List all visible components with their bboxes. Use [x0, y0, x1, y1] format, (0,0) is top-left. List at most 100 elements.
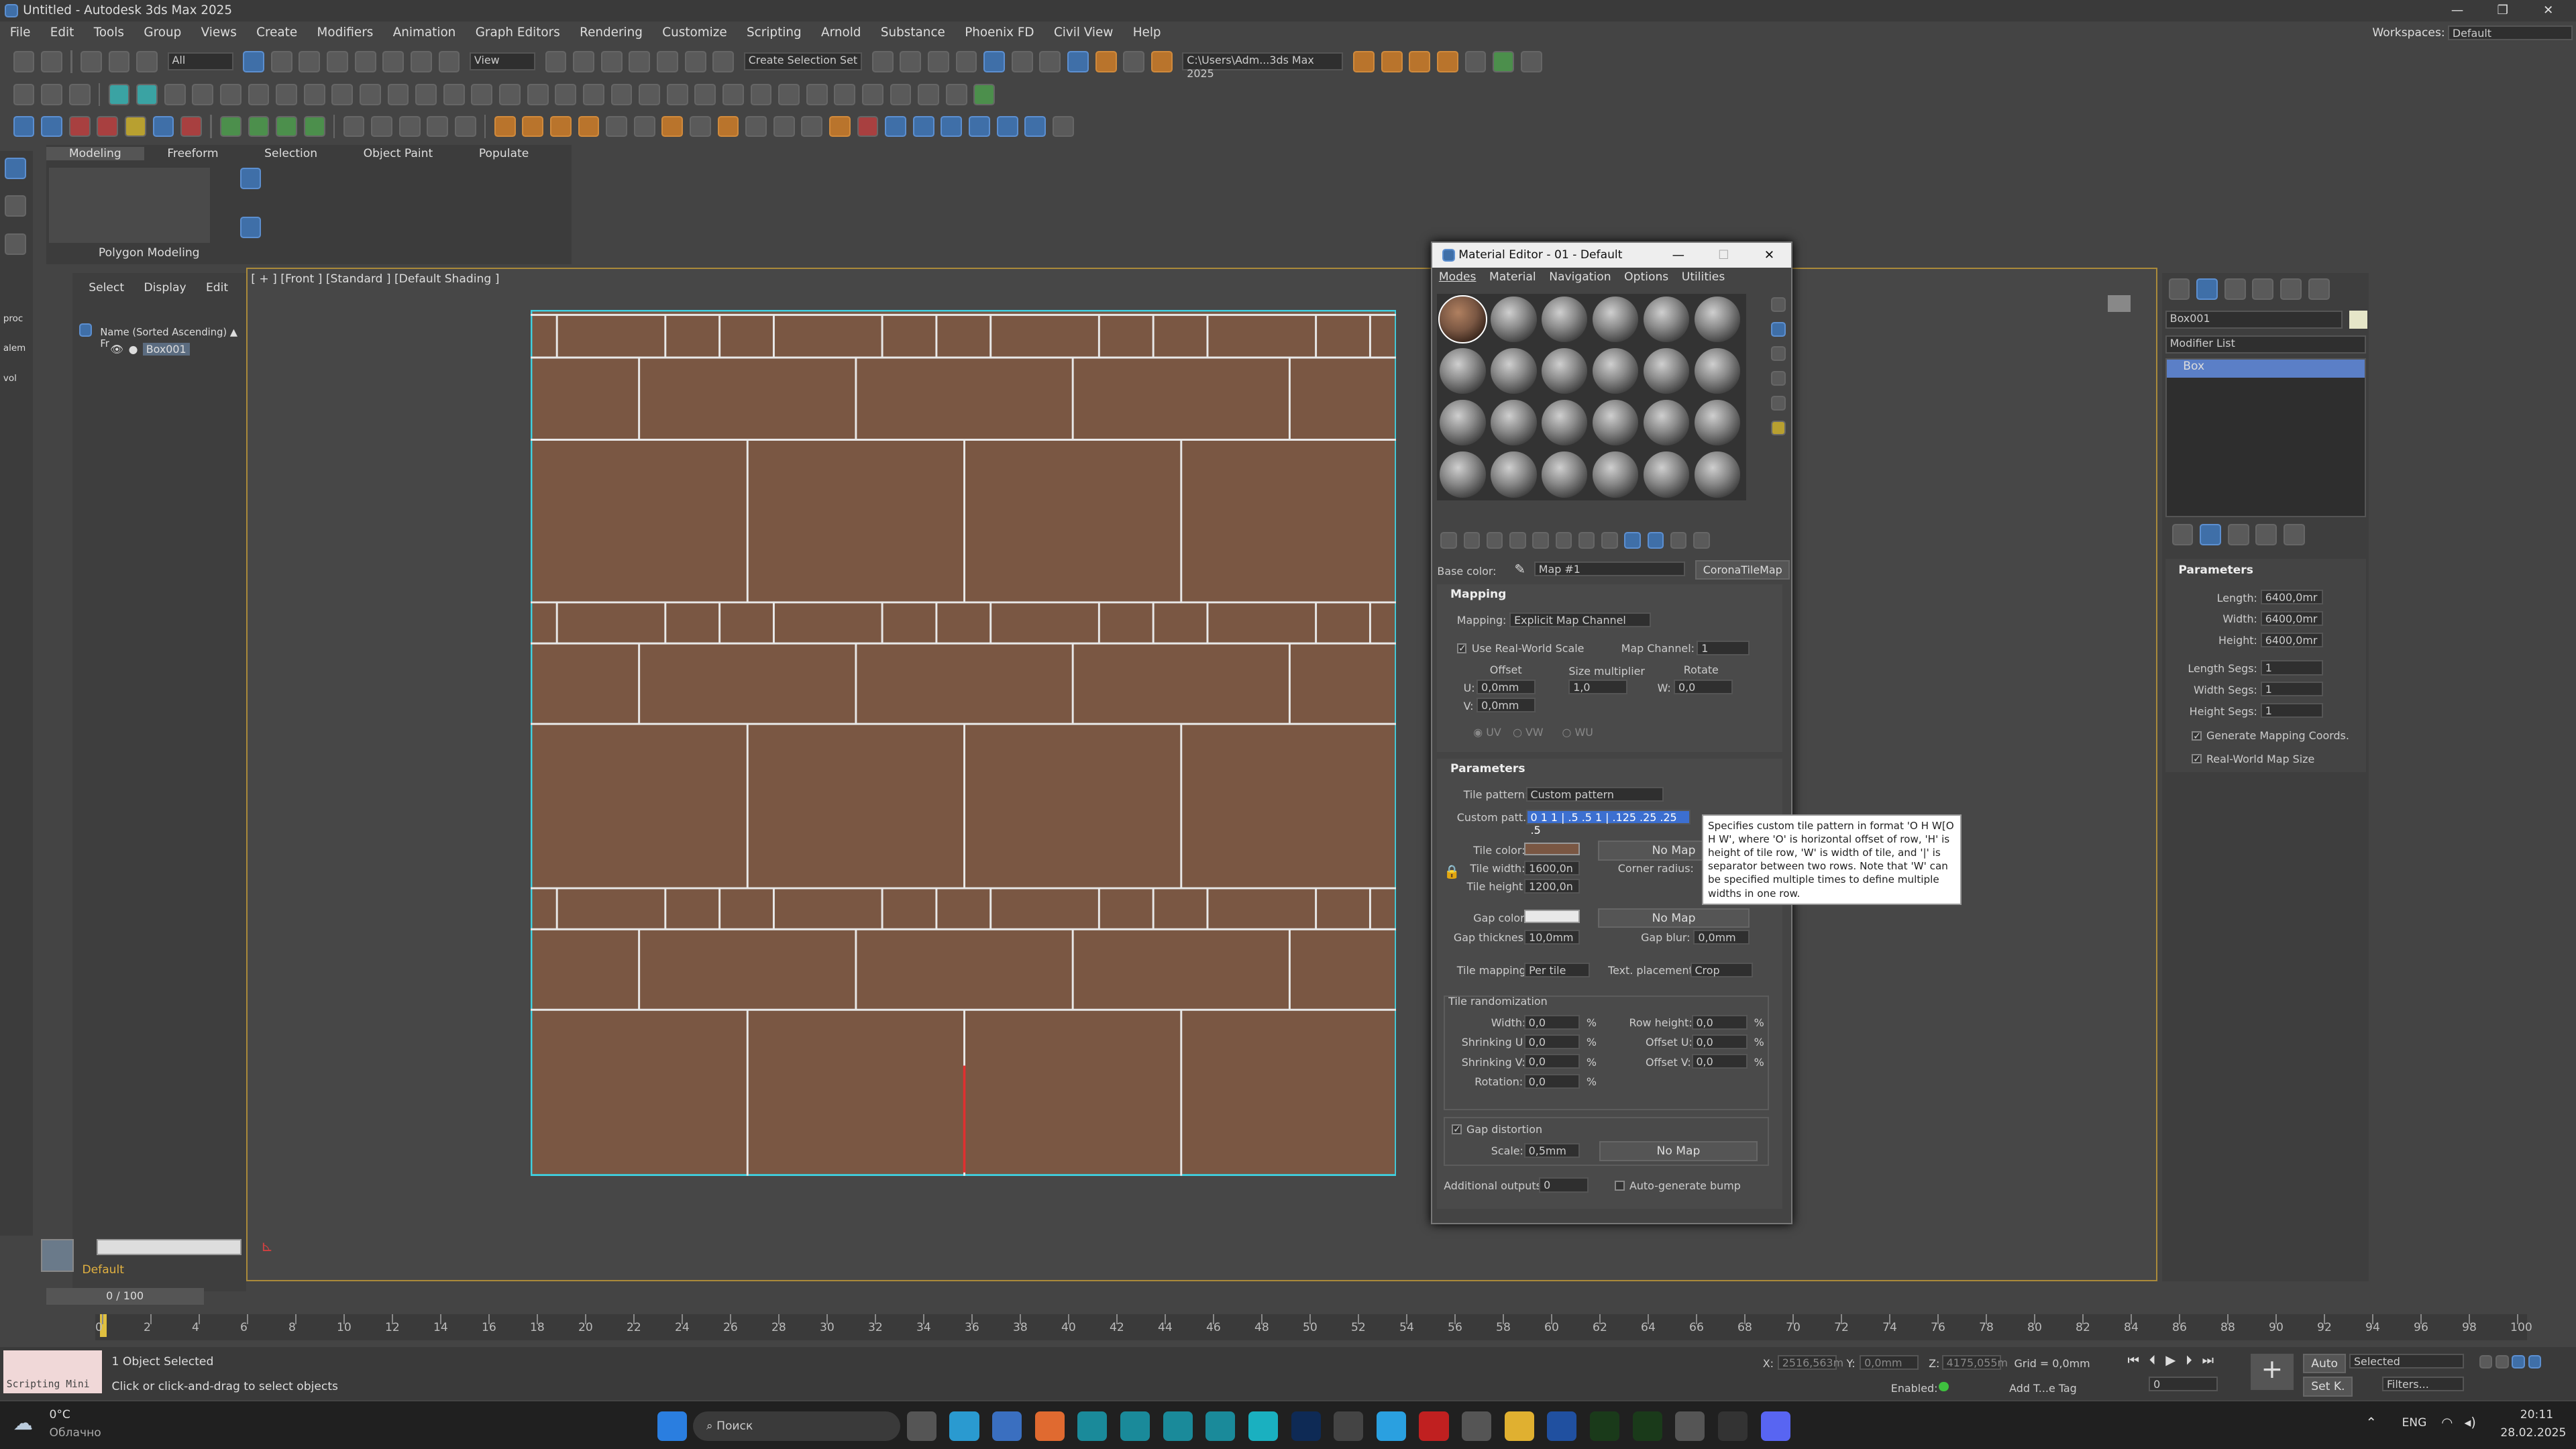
play-icon[interactable] — [343, 115, 365, 138]
ribbon-icon-2[interactable] — [239, 217, 262, 239]
sample-slot[interactable] — [1592, 399, 1639, 446]
show-end-result-icon[interactable] — [2200, 524, 2221, 546]
zoom-extents-all-icon[interactable] — [2528, 1355, 2542, 1368]
gap-color-map-button[interactable]: No Map — [1598, 908, 1750, 928]
check-icon[interactable] — [1493, 50, 1514, 72]
phoenix-icon-3[interactable] — [549, 115, 572, 138]
sample-slot[interactable] — [1491, 451, 1537, 498]
open-folder-icon[interactable] — [1381, 50, 1403, 72]
scale-field[interactable]: 0,5mm — [1523, 1142, 1580, 1158]
menu-substance[interactable]: Substance — [881, 25, 945, 40]
toolbar2-icon-3[interactable] — [108, 83, 130, 105]
workspace-dropdown[interactable]: Default — [2448, 25, 2573, 40]
menu-help[interactable]: Help — [1133, 25, 1161, 40]
tile-height-field[interactable]: 1200,0n — [1524, 878, 1580, 894]
curve-editor-icon[interactable] — [1011, 50, 1033, 72]
mat-menu-options[interactable]: Options — [1624, 270, 1668, 284]
display-tab-icon[interactable] — [2280, 278, 2302, 300]
render-icon[interactable] — [1150, 50, 1173, 72]
phoenix-icon-5[interactable] — [606, 115, 627, 138]
menu-edit[interactable]: Edit — [50, 25, 74, 40]
rotation-field[interactable]: 0,0 — [1523, 1073, 1580, 1089]
toolbar2-icon-20[interactable] — [582, 83, 604, 105]
designer-icon[interactable] — [1590, 1411, 1620, 1441]
phoenix-icon-17[interactable] — [941, 115, 963, 138]
shrink-v-field[interactable]: 0,0 — [1523, 1054, 1580, 1069]
tile-mapping-dropdown[interactable]: Per tile — [1524, 962, 1591, 977]
params-header[interactable]: Parameters — [2165, 559, 2366, 582]
toolbar2-icon-8[interactable] — [248, 83, 270, 105]
sample-slot[interactable] — [1643, 296, 1690, 343]
folder-2-icon[interactable] — [1436, 50, 1458, 72]
mirror-icon[interactable] — [871, 50, 894, 72]
explorer-filter-icon[interactable] — [78, 323, 93, 337]
menu-tools[interactable]: Tools — [94, 25, 124, 40]
phoenix-icon-12[interactable] — [801, 115, 823, 138]
height-segs-field[interactable]: 1 — [2260, 703, 2323, 718]
clock-date[interactable]: 28.02.2025 — [2500, 1426, 2566, 1440]
weather-desc[interactable]: Облачно — [49, 1426, 101, 1440]
menu-animation[interactable]: Animation — [393, 25, 456, 40]
video-color-icon[interactable] — [1770, 396, 1786, 411]
phoenix-icon-14[interactable] — [857, 115, 879, 138]
toolbar2-icon-30[interactable] — [861, 83, 883, 105]
stack-item-box[interactable]: Box — [2166, 359, 2365, 378]
render-setup-icon[interactable] — [1095, 50, 1117, 72]
mat-maximize-icon[interactable]: ☐ — [1718, 248, 1729, 262]
3dsmax-icon-3[interactable] — [1163, 1411, 1193, 1441]
mat-menu-modes[interactable]: Modes — [1439, 270, 1477, 284]
select-scale-icon[interactable] — [410, 50, 432, 72]
rand-width-field[interactable]: 0,0 — [1523, 1014, 1580, 1030]
close-icon[interactable]: ✕ — [2543, 3, 2553, 17]
uv-radio[interactable]: ◉ UV — [1473, 726, 1501, 739]
toolbar2-icon-18[interactable] — [527, 83, 549, 105]
backlight-icon[interactable] — [1770, 321, 1786, 337]
toolbar2-icon-2[interactable] — [41, 83, 63, 105]
goto-start-icon[interactable]: ⏮ — [2127, 1352, 2139, 1368]
time-slider[interactable]: 0 / 100 — [46, 1288, 204, 1305]
terminal-icon[interactable] — [1717, 1411, 1748, 1441]
length-segs-field[interactable]: 1 — [2260, 660, 2323, 676]
taskbar-search[interactable]: ⌕ Поиск — [693, 1411, 900, 1441]
phoenix-icon-6[interactable] — [633, 115, 655, 138]
task-view-icon[interactable] — [906, 1411, 936, 1441]
sample-slot[interactable] — [1440, 347, 1486, 394]
tile-pattern-dropdown[interactable]: Custom pattern — [1525, 786, 1664, 802]
toolbar2-icon-13[interactable] — [387, 83, 409, 105]
schematic-view-icon[interactable] — [1039, 50, 1061, 72]
auto-bump-checkbox[interactable]: Auto-generate bump — [1614, 1179, 1741, 1192]
map-type-button[interactable]: CoronaTileMap — [1695, 559, 1790, 580]
ref-coord-dropdown[interactable]: View — [470, 52, 535, 71]
menu-views[interactable]: Views — [201, 25, 237, 40]
menu-create[interactable]: Create — [256, 25, 297, 40]
toolbar2-icon-9[interactable] — [276, 83, 298, 105]
y-coord-field[interactable]: 0,0mm — [1860, 1355, 1919, 1371]
pivot-icon[interactable] — [545, 50, 567, 72]
size-mult-field[interactable]: 1,0 — [1568, 680, 1628, 695]
show-shaded-icon[interactable] — [1624, 532, 1641, 549]
next-frame-icon[interactable]: ⏵ — [2186, 1352, 2192, 1368]
strip-icon-2[interactable] — [5, 195, 27, 217]
toolbar2-icon-1[interactable] — [13, 83, 35, 105]
sample-slot[interactable] — [1643, 399, 1690, 446]
app-icon-x[interactable] — [1334, 1411, 1364, 1441]
tray-chevron-icon[interactable]: ⌃ — [2366, 1415, 2377, 1430]
toolbar2-icon-33[interactable] — [945, 83, 967, 105]
maxscript-listener[interactable]: Scripting Mini — [3, 1350, 102, 1393]
mapping-dropdown[interactable]: Explicit Map Channel — [1509, 612, 1651, 628]
phoenix-icon-19[interactable] — [996, 115, 1018, 138]
menu-file[interactable]: File — [10, 25, 31, 40]
clock-time[interactable]: 20:11 — [2520, 1408, 2553, 1421]
track-bar[interactable]: 0 2 4 6 8 10 12 14 16 18 20 22 24 26 28 30 32 34 36 38 40 42 4… — [95, 1314, 2532, 1341]
plugin-icon-5[interactable] — [125, 115, 146, 138]
folder-icon[interactable] — [1409, 50, 1431, 72]
mat-close-icon[interactable]: ✕ — [1764, 248, 1774, 262]
toolbar2-icon-24[interactable] — [694, 83, 716, 105]
question-icon[interactable] — [1052, 115, 1074, 138]
text-placement-dropdown[interactable]: Crop — [1690, 962, 1753, 977]
explorer-item-box001[interactable]: 👁 ● Box001 — [100, 341, 245, 356]
ribbon-icon-1[interactable] — [239, 167, 262, 189]
play-button-icon[interactable]: ▶ — [2165, 1352, 2176, 1368]
sample-slot[interactable] — [1541, 347, 1588, 394]
toolbar2-icon-32[interactable] — [918, 83, 940, 105]
